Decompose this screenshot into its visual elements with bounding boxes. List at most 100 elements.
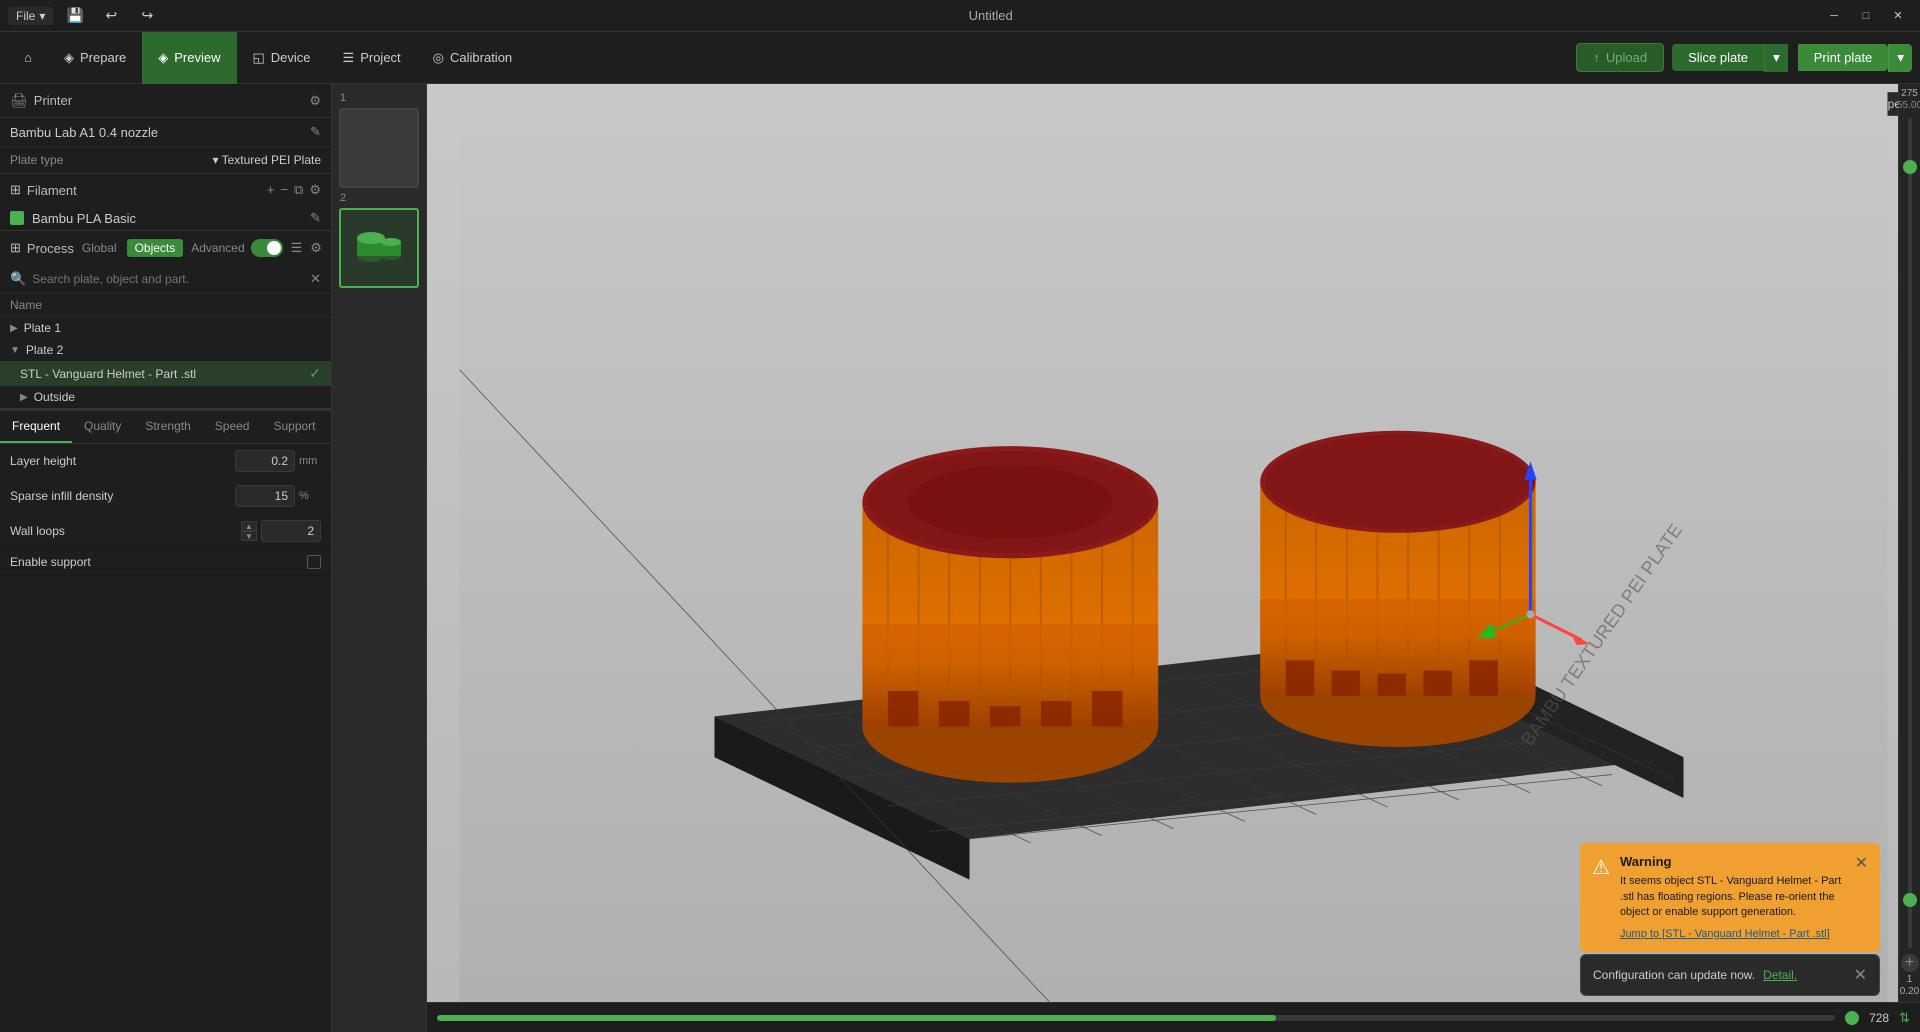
titlebar: File ▾ 💾 ↩ ↪ Untitled ─ □ ✕ (0, 0, 1920, 32)
infill-density-input[interactable] (235, 485, 295, 507)
tab-speed[interactable]: Speed (203, 411, 262, 443)
preview-label: Preview (174, 50, 220, 65)
home-button[interactable]: ⌂ (8, 32, 48, 84)
undo-button[interactable]: ↩ (97, 5, 125, 27)
filament-settings-icon[interactable]: ⚙ (309, 182, 321, 198)
device-label: Device (271, 50, 311, 65)
upload-button[interactable]: ↑ Upload (1576, 43, 1664, 72)
collapse-icon: ▼ (10, 345, 20, 356)
tab-device[interactable]: ◱ Device (237, 32, 327, 84)
slider-thumb-top[interactable] (1903, 160, 1917, 174)
search-input[interactable] (32, 272, 304, 286)
progress-dot (1845, 1011, 1859, 1025)
printer-settings-icon[interactable]: ⚙ (309, 93, 321, 109)
tree-item-plate1[interactable]: ▶ Plate 1 (0, 317, 331, 339)
minimize-button[interactable]: ─ (1820, 5, 1848, 27)
print-dropdown-button[interactable]: ▾ (1888, 44, 1912, 72)
bottom-right-icon[interactable]: ⇅ (1899, 1010, 1910, 1026)
calibration-icon: ◎ (433, 50, 444, 66)
project-label: Project (360, 50, 400, 65)
vertical-slider: 275 55.00 + 1 0.20 (1898, 84, 1920, 1002)
file-chevron: ▾ (39, 9, 45, 23)
printer-name-row: Bambu Lab A1 0.4 nozzle ✎ (0, 118, 331, 147)
filament-copy-icon[interactable]: ⧉ (294, 182, 303, 198)
search-clear-icon[interactable]: ✕ (310, 271, 321, 287)
process-header: ⊞ Process Global Objects Advanced (0, 231, 331, 265)
filament-remove-icon[interactable]: − (280, 182, 288, 198)
plate-type-label: Plate type (10, 153, 63, 167)
warning-link[interactable]: Jump to [STL - Vanguard Helmet - Part .s… (1620, 928, 1830, 940)
wall-loops-down[interactable]: ▼ (241, 531, 257, 541)
redo-button[interactable]: ↪ (133, 5, 161, 27)
filament-edit-icon[interactable]: ✎ (310, 210, 321, 226)
slice-button[interactable]: Slice plate (1672, 44, 1764, 71)
slider-value-bottom: 1 0.20 (1900, 974, 1919, 998)
tree-item-plate2[interactable]: ▼ Plate 2 (0, 339, 331, 361)
layer-height-unit: mm (299, 455, 321, 467)
warning-title: Warning (1620, 853, 1845, 871)
printer-edit-icon[interactable]: ✎ (310, 124, 321, 140)
process-mode-tabs: Global Objects (74, 239, 183, 257)
filament-add-icon[interactable]: + (267, 182, 275, 198)
thumbnail-strip: 1 2 (332, 84, 427, 1032)
main-layout: 🖨 Printer ⚙ Bambu Lab A1 0.4 nozzle ✎ Pl… (0, 84, 1920, 1032)
toolbar-actions: ↑ Upload Slice plate ▾ Print plate ▾ (1576, 43, 1912, 72)
infill-density-unit: % (299, 490, 321, 502)
tab-quality[interactable]: Quality (72, 411, 133, 443)
thumbnail-2[interactable] (339, 208, 419, 288)
freq-tabs: Frequent Quality Strength Speed Support … (0, 410, 331, 444)
file-menu[interactable]: File ▾ (8, 7, 53, 25)
slider-track (1908, 118, 1912, 948)
thumbnail-1[interactable] (339, 108, 419, 188)
printer-label: Printer (34, 93, 72, 108)
tree-item-stl[interactable]: STL - Vanguard Helmet - Part .stl ✓ (0, 361, 331, 386)
search-row: 🔍 ✕ (0, 265, 331, 294)
layer-height-input[interactable] (235, 450, 295, 472)
titlebar-right: ─ □ ✕ (1820, 5, 1912, 27)
close-button[interactable]: ✕ (1884, 5, 1912, 27)
tree-item-outside[interactable]: ▶ Outside (0, 386, 331, 408)
warning-text-content: Warning It seems object STL - Vanguard H… (1620, 853, 1845, 942)
filament-icon: ⊞ (10, 182, 21, 198)
print-button[interactable]: Print plate (1798, 44, 1889, 71)
config-notification: Configuration can update now. Detail. ✕ (1580, 954, 1880, 996)
save-button[interactable]: 💾 (61, 5, 89, 27)
upload-icon: ↑ (1593, 50, 1600, 65)
process-list-icon[interactable]: ☰ (291, 240, 303, 256)
wall-loops-input[interactable] (261, 520, 321, 542)
advanced-label: Advanced (191, 241, 244, 255)
upload-label: Upload (1606, 50, 1647, 65)
tab-global[interactable]: Global (74, 239, 125, 257)
warning-close-button[interactable]: ✕ (1855, 853, 1868, 873)
viewport-area: 1 2 Color Scheme ≡ Line T (332, 84, 1920, 1032)
tab-preview[interactable]: ◈ Preview (142, 32, 236, 84)
param-wall-loops: Wall loops ▲ ▼ (0, 514, 331, 549)
outside-expand-icon: ▶ (20, 392, 28, 403)
warning-notification: ⚠ Warning It seems object STL - Vanguard… (1580, 843, 1880, 952)
wall-loops-up[interactable]: ▲ (241, 521, 257, 531)
config-link[interactable]: Detail. (1763, 968, 1797, 982)
wall-loops-stepper[interactable]: ▲ ▼ (241, 521, 257, 541)
process-settings-icon[interactable]: ⚙ (310, 240, 322, 256)
maximize-button[interactable]: □ (1852, 5, 1880, 27)
tab-calibration[interactable]: ◎ Calibration (417, 32, 529, 84)
slider-add-button[interactable]: + (1901, 954, 1919, 972)
layer-height-label: Layer height (10, 454, 235, 468)
filament-item: Bambu PLA Basic ✎ (0, 206, 331, 230)
expand-icon: ▶ (10, 323, 18, 334)
enable-support-checkbox[interactable] (307, 555, 321, 569)
tab-support[interactable]: Support (261, 411, 327, 443)
tab-prepare[interactable]: ◈ Prepare (48, 32, 142, 84)
slider-thumb-bottom[interactable] (1903, 893, 1917, 907)
config-close-button[interactable]: ✕ (1854, 965, 1867, 985)
tab-strength[interactable]: Strength (133, 411, 202, 443)
warning-link-wrap: Jump to [STL - Vanguard Helmet - Part .s… (1620, 925, 1845, 942)
slice-dropdown-button[interactable]: ▾ (1764, 44, 1788, 72)
tab-frequent[interactable]: Frequent (0, 411, 72, 443)
param-infill-density: Sparse infill density % (0, 479, 331, 514)
slice-group: Slice plate ▾ (1672, 44, 1788, 72)
tab-project[interactable]: ☰ Project (327, 32, 417, 84)
slider-value-mid: 55.00 (1897, 100, 1920, 112)
advanced-toggle[interactable] (251, 239, 283, 257)
tab-objects[interactable]: Objects (127, 239, 184, 257)
